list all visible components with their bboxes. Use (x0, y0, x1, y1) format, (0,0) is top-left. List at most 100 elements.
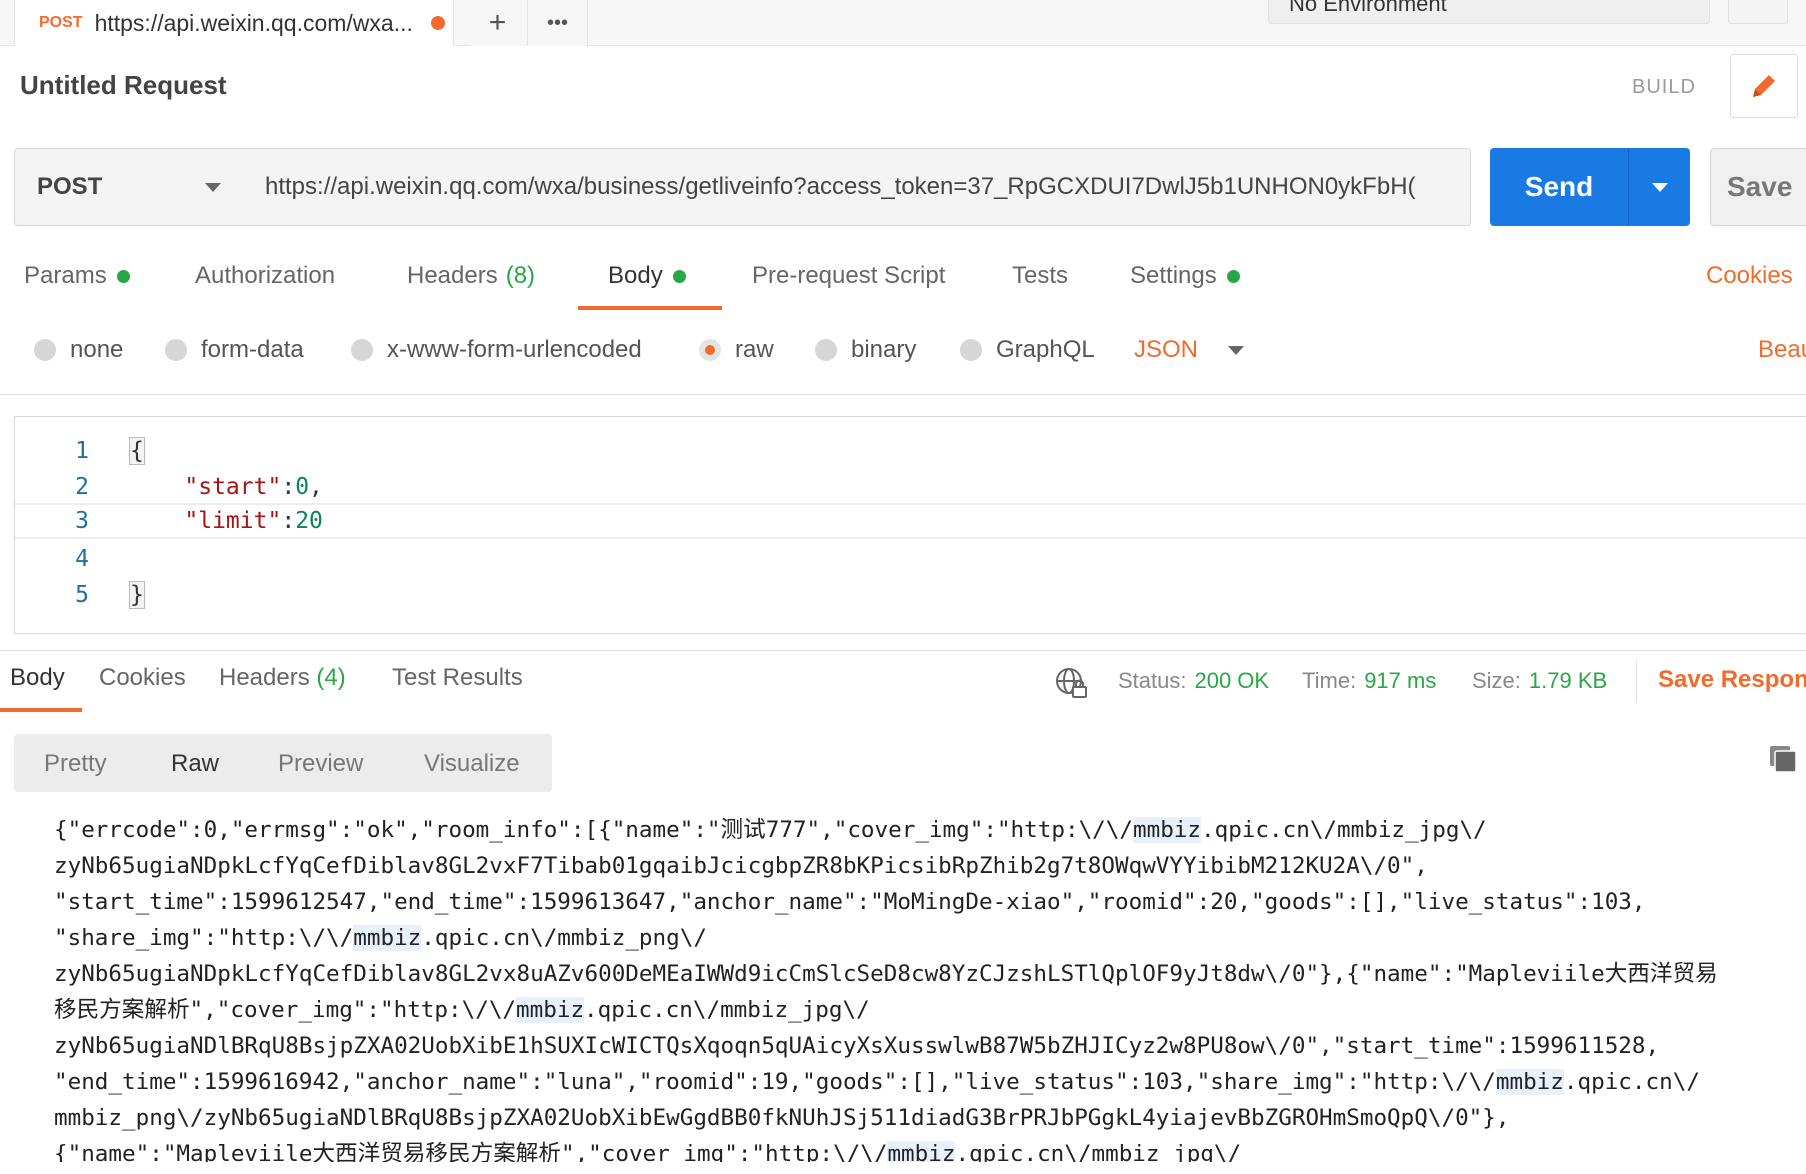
time-label: Time: (1302, 668, 1357, 693)
view-mode-visualize[interactable]: Visualize (424, 750, 520, 778)
status-label: Status: (1118, 668, 1187, 693)
tab-tests[interactable]: Tests (1012, 262, 1068, 290)
response-highlight: mmbiz (1495, 1069, 1564, 1095)
response-tab-headers[interactable]: Headers (4) (219, 664, 346, 692)
response-line: "end_time":1599616942,"anchor_name":"lun… (54, 1064, 1806, 1100)
tab-bar: POST https://api.weixin.qq.com/wxa... + … (0, 0, 1806, 46)
editor-code: "limit":20 (129, 508, 323, 534)
tab-headers[interactable]: Headers (8) (407, 262, 535, 290)
cookies-link[interactable]: Cookies (1706, 262, 1793, 290)
tab-pre-request-script[interactable]: Pre-request Script (752, 262, 945, 290)
method-select[interactable]: POST (14, 148, 246, 226)
response-tab-body[interactable]: Body (10, 664, 65, 692)
url-input[interactable]: https://api.weixin.qq.com/wxa/business/g… (245, 148, 1471, 226)
radio-circle-icon (351, 339, 373, 361)
response-highlight: mmbiz (1132, 817, 1201, 843)
response-line: mmbiz_png\/zyNb65ugiaNDlBRqU8BsjpZXA02Uo… (54, 1100, 1806, 1136)
tab-authorization-label: Authorization (195, 262, 336, 289)
response-tab-cookies[interactable]: Cookies (99, 664, 186, 692)
editor-line: 2 "start":0, (15, 469, 1806, 505)
save-button[interactable]: Save (1710, 148, 1806, 226)
response-text: .qpic.cn\/mmbiz_jpg\/ (1201, 817, 1487, 843)
json-comma: , (309, 474, 323, 500)
radio-circle-icon (815, 339, 837, 361)
response-line: {"name":"Mapleviile大西洋贸易移民方案解析","cover_i… (54, 1136, 1806, 1162)
tab-method-label: POST (39, 14, 83, 31)
response-line: 移民方案解析","cover_img":"http:\/\/mmbiz.qpic… (54, 992, 1806, 1028)
new-tab-button[interactable]: + (468, 0, 528, 46)
response-text: zyNb65ugiaNDpkLcfYqCefDiblav8GL2vx8uAZv6… (54, 961, 1718, 987)
json-value: 0 (295, 474, 310, 500)
request-tabs: Params Authorization Headers (8) Body Pr… (0, 262, 1806, 314)
request-title[interactable]: Untitled Request (20, 70, 227, 101)
response-body-raw[interactable]: {"errcode":0,"errmsg":"ok","room_info":[… (54, 812, 1806, 1162)
send-button[interactable]: Send (1490, 148, 1690, 226)
globe-lock-icon[interactable] (1054, 666, 1088, 700)
radio-binary-label: binary (851, 336, 917, 363)
response-tab-test-results[interactable]: Test Results (392, 664, 523, 692)
divider (0, 394, 1806, 395)
radio-circle-icon (960, 339, 982, 361)
build-label[interactable]: BUILD (1632, 76, 1696, 99)
response-highlight: mmbiz (353, 925, 422, 951)
line-number: 2 (75, 474, 89, 500)
radio-graphql-label: GraphQL (996, 336, 1095, 363)
method-select-value: POST (37, 173, 103, 200)
environment-select[interactable]: No Environment (1268, 0, 1710, 24)
response-tab-headers-label: Headers (219, 664, 310, 691)
response-text: "start_time":1599612547,"end_time":15996… (54, 889, 1646, 915)
body-format-select[interactable]: JSON (1134, 336, 1245, 364)
response-text: zyNb65ugiaNDlBRqU8BsjpZXA02UobXibE1hSUXI… (54, 1033, 1660, 1059)
radio-form-data[interactable]: form-data (165, 336, 304, 364)
response-text: mmbiz_png\/zyNb65ugiaNDlBRqU8BsjpZXA02Uo… (54, 1105, 1510, 1131)
response-text: .qpic.cn\/mmbiz_jpg\/ (955, 1141, 1242, 1162)
response-text: "end_time":1599616942,"anchor_name":"lun… (54, 1069, 1496, 1095)
radio-x-www-form-urlencoded-label: x-www-form-urlencoded (387, 336, 642, 363)
editor-line-current: 3 "limit":20 (15, 503, 1806, 539)
line-number: 4 (75, 546, 89, 572)
tab-settings[interactable]: Settings (1130, 262, 1240, 290)
radio-raw[interactable]: raw (699, 336, 774, 364)
more-tabs-button[interactable]: ••• (528, 0, 588, 46)
radio-x-www-form-urlencoded[interactable]: x-www-form-urlencoded (351, 336, 642, 364)
editor-code: { (129, 437, 145, 465)
send-dropdown-button[interactable] (1629, 182, 1690, 192)
edit-button[interactable] (1730, 54, 1798, 118)
save-response-button[interactable]: Save Respon (1658, 666, 1806, 694)
response-text: {"name":"Mapleviile大西洋贸易移民方案解析","cover_i… (54, 1141, 888, 1162)
size-label: Size: (1472, 668, 1521, 693)
tab-body[interactable]: Body (608, 262, 686, 290)
response-text: .qpic.cn\/ (1563, 1069, 1700, 1095)
tab-params[interactable]: Params (24, 262, 130, 290)
line-number: 1 (75, 438, 89, 464)
tab-pre-request-script-label: Pre-request Script (752, 262, 946, 289)
request-tab[interactable]: POST https://api.weixin.qq.com/wxa... (14, 0, 454, 46)
editor-line: 5 } (15, 577, 1806, 613)
response-highlight: mmbiz (516, 997, 585, 1023)
json-key: "start" (184, 474, 282, 500)
chevron-down-icon (1228, 345, 1245, 355)
status-readout: Status: 200 OK (1118, 668, 1269, 694)
radio-form-data-label: form-data (201, 336, 304, 363)
view-mode-pretty[interactable]: Pretty (44, 750, 107, 778)
view-mode-preview[interactable]: Preview (278, 750, 363, 778)
view-mode-raw[interactable]: Raw (171, 750, 219, 778)
line-number: 3 (75, 508, 89, 534)
radio-graphql[interactable]: GraphQL (960, 336, 1095, 364)
radio-selected-icon (699, 339, 721, 361)
radio-circle-icon (34, 339, 56, 361)
send-label: Send (1524, 171, 1594, 202)
tab-settings-label: Settings (1130, 262, 1217, 289)
tab-authorization[interactable]: Authorization (195, 262, 335, 290)
line-number: 5 (75, 582, 89, 608)
copy-icon[interactable] (1768, 744, 1798, 774)
environment-quick-look-icon[interactable] (1728, 0, 1788, 24)
response-line: "start_time":1599612547,"end_time":15996… (54, 884, 1806, 920)
request-body-editor[interactable]: 1 { 2 "start":0, 3 "limit":20 4 5 } (14, 416, 1806, 634)
radio-binary[interactable]: binary (815, 336, 916, 364)
response-text: 移民方案解析","cover_img":"http:\/\/ (54, 997, 517, 1023)
response-line: "share_img":"http:\/\/mmbiz.qpic.cn\/mmb… (54, 920, 1806, 956)
radio-none[interactable]: none (34, 336, 123, 364)
response-view-mode-group: Pretty Raw Preview Visualize (14, 734, 552, 792)
beautify-link[interactable]: Beau (1758, 336, 1806, 364)
